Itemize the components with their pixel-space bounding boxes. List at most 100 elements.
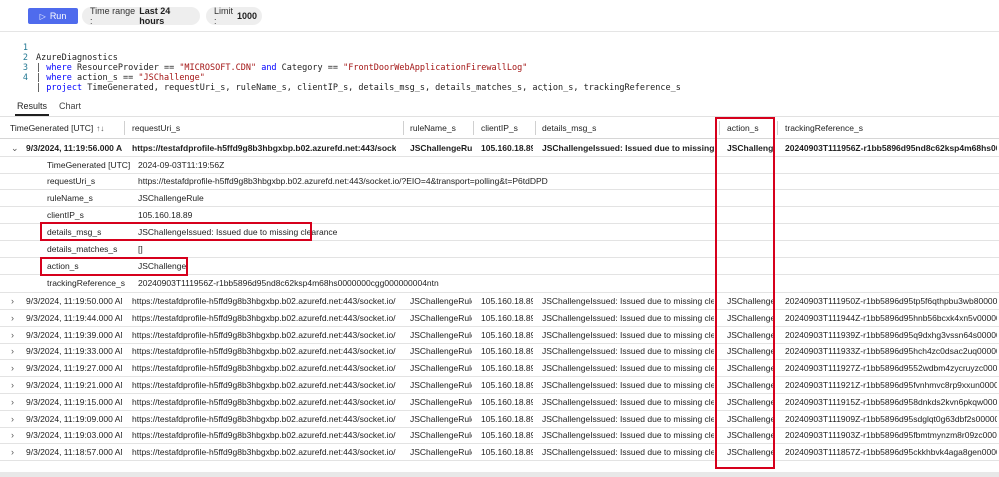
chevron-right-icon[interactable]: › <box>11 327 14 343</box>
table-row[interactable]: › 9/3/2024, 11:19:27.000 AM https://testaf… <box>0 360 999 378</box>
line-number: 4 <box>22 73 28 83</box>
limit-picker[interactable]: Limit : 1000 <box>206 6 262 26</box>
cell-action: JSChallenge <box>727 143 775 153</box>
column-header-clientip[interactable]: clientIP_s <box>481 123 518 133</box>
cell-rule: JSChallengeRule <box>410 447 472 458</box>
query-toolbar: ▷ Run Time range : Last 24 hours Limit :… <box>0 0 999 32</box>
sort-icon[interactable]: ↑↓ <box>96 124 104 133</box>
detail-row: action_s JSChallenge <box>0 258 999 275</box>
run-button[interactable]: ▷ Run <box>28 8 78 24</box>
table-row[interactable]: › 9/3/2024, 11:19:50.000 AM https://testaf… <box>0 293 999 310</box>
column-divider[interactable] <box>124 121 125 135</box>
line-number: 2 <box>22 53 28 63</box>
column-header-details-msg[interactable]: details_msg_s <box>542 123 596 133</box>
detail-value: 2024-09-03T11:19:56Z <box>138 160 225 170</box>
line-number: 1 <box>22 43 28 53</box>
table-row[interactable]: › 9/3/2024, 11:19:44.000 AM https://testaf… <box>0 310 999 327</box>
cell-uri: https://testafdprofile-h5ffd9g8b3hbgxbp.… <box>132 329 396 340</box>
table-row[interactable]: › 9/3/2024, 11:19:21.000 AM https://testaf… <box>0 377 999 394</box>
tab-results[interactable]: Results <box>14 101 50 116</box>
cell-ip: 105.160.18.89 <box>481 312 533 323</box>
cell-uri: https://testafdprofile-h5ffd9g8b3hbgxbp.… <box>132 346 396 357</box>
detail-value: JSChallengeRule <box>138 193 204 203</box>
column-header-action[interactable]: action_s <box>727 123 759 133</box>
column-header-requesturi[interactable]: requestUri_s <box>132 123 180 133</box>
cell-rule: JSChallengeRule <box>410 396 472 407</box>
cell-rule: JSChallengeRule <box>410 296 472 306</box>
table-row[interactable]: › 9/3/2024, 11:18:57.000 AM https://testaf… <box>0 444 999 462</box>
table-row-expanded[interactable]: ⌄ 9/3/2024, 11:19:56.000 AM https://test… <box>0 140 999 157</box>
cell-tracking: 20240903T111909Z-r1bb5896d95sdglqt0g63db… <box>785 413 997 424</box>
cell-msg: JSChallengeIssued: Issued due to missing… <box>542 447 714 458</box>
horizontal-scrollbar[interactable] <box>0 472 999 477</box>
column-divider[interactable] <box>719 121 720 135</box>
chevron-right-icon[interactable]: › <box>11 343 14 359</box>
cell-action: JSChallenge <box>727 396 775 407</box>
cell-time: 9/3/2024, 11:19:33.000 AM <box>26 346 122 357</box>
time-range-picker[interactable]: Time range : Last 24 hours <box>82 6 200 26</box>
chevron-right-icon[interactable]: › <box>11 293 14 309</box>
results-tabs: Results Chart <box>0 97 999 117</box>
tab-chart[interactable]: Chart <box>59 101 81 111</box>
column-header-rulename[interactable]: ruleName_s <box>410 123 456 133</box>
chevron-right-icon[interactable]: › <box>11 394 14 410</box>
column-divider[interactable] <box>777 121 778 135</box>
cell-action: JSChallenge <box>727 329 775 340</box>
code-line: 4 | project TimeGenerated, requestUri_s,… <box>0 63 681 93</box>
code-line: 2 | where ResourceProvider == "MICROSOFT… <box>0 43 527 73</box>
detail-key: details_matches_s <box>47 244 118 254</box>
chevron-down-icon[interactable]: ⌄ <box>11 140 19 156</box>
cell-rule: JSChallengeRule <box>410 363 472 374</box>
cell-ip: 105.160.18.89 <box>481 363 533 374</box>
table-row[interactable]: › 9/3/2024, 11:19:03.000 AM https://testaf… <box>0 427 999 445</box>
cell-uri: https://testafdprofile-h5ffd9g8b3hbgxbp.… <box>132 380 396 390</box>
column-divider[interactable] <box>473 121 474 135</box>
chevron-right-icon[interactable]: › <box>11 411 14 427</box>
cell-time: 9/3/2024, 11:19:44.000 AM <box>26 312 122 323</box>
table-row[interactable]: › 9/3/2024, 11:19:15.000 AM https://testaf… <box>0 394 999 411</box>
chevron-right-icon[interactable]: › <box>11 360 14 376</box>
cell-msg: JSChallengeIssued: Issued due to missing… <box>542 413 714 424</box>
code-text: | where action_s == "JSChallenge" <box>36 73 205 83</box>
column-header-trackingreference[interactable]: trackingReference_s <box>785 123 863 133</box>
chevron-right-icon[interactable]: › <box>11 444 14 460</box>
cell-msg: JSChallengeIssued: Issued due to missing… <box>542 380 714 390</box>
time-range-value: Last 24 hours <box>139 6 171 26</box>
column-header-timegenerated[interactable]: TimeGenerated [UTC] ↑↓ <box>10 123 104 133</box>
column-divider[interactable] <box>403 121 404 135</box>
detail-value: [] <box>138 244 143 254</box>
table-row[interactable]: › 9/3/2024, 11:19:33.000 AM https://testaf… <box>0 343 999 361</box>
editor-resize-handle[interactable]: ··· <box>541 85 553 95</box>
code-text: | project TimeGenerated, requestUri_s, r… <box>36 83 681 93</box>
cell-msg: JSChallengeIssued: Issued due to missing… <box>542 312 714 323</box>
cell-uri: https://testafdprofile-h5ffd9g8b3hbgxbp.… <box>132 447 396 458</box>
detail-key: details_msg_s <box>47 227 102 237</box>
detail-row: details_matches_s [] <box>0 241 999 258</box>
cell-action: JSChallenge <box>727 363 775 374</box>
table-row[interactable]: › 9/3/2024, 11:19:09.000 AM https://testaf… <box>0 411 999 428</box>
chevron-right-icon[interactable]: › <box>11 310 14 326</box>
cell-ip: 105.160.18.89 <box>481 296 533 306</box>
cell-action: JSChallenge <box>727 447 775 458</box>
detail-row: TimeGenerated [UTC] 2024-09-03T11:19:56Z <box>0 157 999 174</box>
query-editor[interactable]: 1 AzureDiagnostics 2 | where ResourcePro… <box>0 33 999 93</box>
detail-key: ruleName_s <box>47 193 93 203</box>
cell-ip: 105.160.18.89 <box>481 413 533 424</box>
cell-ip: 105.160.18.89 <box>481 396 533 407</box>
cell-ip: 105.160.18.89 <box>481 447 533 458</box>
table-row[interactable]: › 9/3/2024, 11:19:39.000 AM https://testaf… <box>0 327 999 344</box>
column-divider[interactable] <box>535 121 536 135</box>
cell-time: 9/3/2024, 11:19:15.000 AM <box>26 396 122 407</box>
cell-tracking: 20240903T111857Z-r1bb5896d95ckkhbvk4aga8… <box>785 447 997 458</box>
detail-value: https://testafdprofile-h5ffd9g8b3hbgxbp.… <box>138 176 548 186</box>
cell-action: JSChallenge <box>727 312 775 323</box>
code-text: AzureDiagnostics <box>36 53 118 63</box>
results-grid: TimeGenerated [UTC] ↑↓ requestUri_s ruleN… <box>0 117 999 477</box>
cell-action: JSChallenge <box>727 296 775 306</box>
cell-time: 9/3/2024, 11:19:09.000 AM <box>26 413 122 424</box>
cell-msg: JSChallengeIssued: Issued due to missing… <box>542 363 714 374</box>
detail-row: requestUri_s https://testafdprofile-h5ff… <box>0 174 999 190</box>
chevron-right-icon[interactable]: › <box>11 377 14 393</box>
detail-row: ruleName_s JSChallengeRule <box>0 190 999 207</box>
chevron-right-icon[interactable]: › <box>11 427 14 443</box>
